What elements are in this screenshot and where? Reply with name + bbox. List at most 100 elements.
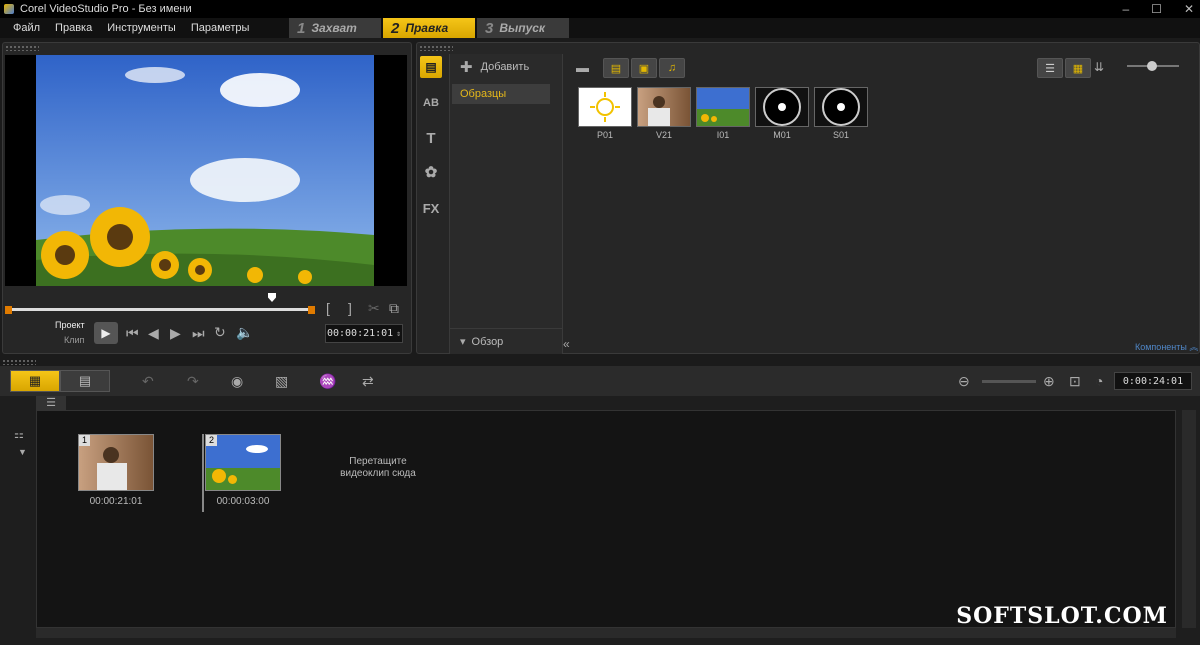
horizontal-scrollbar[interactable] (36, 628, 1176, 638)
title-bar: Corel VideoStudio Pro - Без имени – ☐ ✕ (0, 0, 1200, 18)
timeline-grip[interactable] (2, 359, 36, 365)
transition-icon[interactable]: AB (420, 92, 442, 114)
project-duration: 0:00:24:01 (1114, 372, 1192, 390)
sound-mixer-icon[interactable]: ▧ (275, 373, 288, 390)
image-thumbnail (696, 87, 750, 127)
browse-button[interactable]: ▾ Обзор (450, 328, 562, 354)
media-filter-group: ▤ ▣ ♫ (603, 58, 687, 78)
undo-icon[interactable]: ↶ (142, 373, 154, 390)
collapse-library-icon[interactable]: « (563, 337, 570, 351)
menu-tools[interactable]: Инструменты (107, 22, 176, 34)
library-item[interactable]: M01 (755, 87, 809, 140)
library-item[interactable]: V21 (637, 87, 691, 140)
minimize-icon[interactable]: – (1122, 2, 1129, 16)
plus-icon: ✚ (460, 59, 473, 76)
show-photo-icon[interactable]: ▣ (631, 58, 657, 78)
scrub-bar[interactable] (5, 293, 315, 318)
app-icon (4, 4, 14, 14)
add-folder-button[interactable]: ✚ Добавить (450, 54, 562, 80)
volume-icon[interactable]: 🔈 (236, 324, 253, 341)
timecode-spinner-icon[interactable]: ⇕ (396, 329, 401, 338)
audio-thumbnail (755, 87, 809, 127)
preview-image (5, 55, 407, 286)
clip-thumbnail: 1 (78, 434, 154, 491)
trim-end-handle[interactable] (308, 306, 315, 314)
thumbnail-size-slider[interactable] (1127, 61, 1179, 71)
timeline-view-button[interactable]: ▤ (60, 370, 110, 392)
sort-icon[interactable]: ⇊ (1094, 60, 1104, 74)
chevron-down-icon[interactable]: ▼ (18, 447, 27, 457)
motion-track-icon[interactable]: ⇄ (362, 373, 374, 390)
step-capture[interactable]: 1 Захват (289, 18, 381, 38)
drop-hint: Перетащите видеоклип сюда (340, 456, 416, 479)
sun-drawing-icon (590, 92, 620, 122)
window-title: Corel VideoStudio Pro - Без имени (20, 3, 192, 15)
menu-edit[interactable]: Правка (55, 22, 92, 34)
timeline-icon: ▤ (78, 373, 92, 388)
redo-icon[interactable]: ↷ (187, 373, 199, 390)
menu-file[interactable]: Файл (13, 22, 40, 34)
workflow-steps: 1 Захват 2 Правка 3 Выпуск (289, 18, 571, 38)
watermark: SOFTSLOT.COM (956, 603, 1168, 629)
enlarge-preview-icon[interactable]: ⧉ (389, 300, 399, 317)
slider-knob[interactable] (1147, 61, 1157, 71)
media-icon[interactable]: ▤ (420, 56, 442, 78)
fit-project-icon[interactable]: ⊡ (1069, 373, 1081, 390)
show-audio-icon[interactable]: ♫ (659, 58, 685, 78)
menu-settings[interactable]: Параметры (191, 22, 250, 34)
prev-frame-icon[interactable]: ◀ (148, 325, 159, 342)
show-video-icon[interactable]: ▤ (603, 58, 629, 78)
auto-music-icon[interactable]: ♒ (319, 373, 336, 390)
zoom-in-icon[interactable]: ⊕ (1043, 373, 1055, 390)
mark-out-button[interactable]: ] (348, 300, 352, 316)
insertion-marker (202, 434, 204, 512)
library-item[interactable]: P01 (578, 87, 632, 140)
fx-icon[interactable]: FX (420, 198, 442, 220)
zoom-slider[interactable] (982, 380, 1036, 383)
go-end-icon[interactable]: ⏭ (192, 325, 205, 342)
step-share[interactable]: 3 Выпуск (477, 18, 569, 38)
music-disc-icon (763, 88, 801, 126)
mode-clip[interactable]: Клип (64, 335, 84, 345)
library-item[interactable]: S01 (814, 87, 868, 140)
storyboard-clip[interactable]: 1 00:00:21:01 (78, 434, 154, 507)
graphic-icon[interactable]: ✿ (420, 162, 442, 184)
list-icon: ☰ (46, 397, 56, 409)
maximize-icon[interactable]: ☐ (1151, 2, 1162, 16)
folder-list: ✚ Добавить Образцы ▾ Обзор (449, 54, 563, 354)
trim-start-handle[interactable] (5, 306, 12, 314)
title-icon[interactable]: T (420, 128, 442, 150)
record-capture-icon[interactable]: ◉ (231, 373, 243, 390)
play-button[interactable]: ▶ (94, 322, 118, 344)
preview-screen (5, 55, 407, 286)
view-mode-group: ☰ ▦ (1037, 58, 1093, 78)
track-manager-button[interactable]: ☰ (36, 396, 66, 410)
library-item[interactable]: I01 (696, 87, 750, 140)
components-toggle[interactable]: Компоненты ︽ (1135, 340, 1198, 353)
playhead-marker[interactable] (268, 293, 276, 302)
folder-item-samples[interactable]: Образцы (452, 84, 550, 104)
next-frame-icon[interactable]: ▶ (170, 325, 181, 342)
storyboard-view-button[interactable]: ▦ (10, 370, 60, 392)
split-clip-icon[interactable]: ✂ (368, 300, 380, 317)
step-edit[interactable]: 2 Правка (383, 18, 475, 38)
storyboard-icon: ▦ (28, 373, 42, 388)
vertical-scrollbar[interactable] (1182, 410, 1196, 628)
zoom-out-icon[interactable]: ⊖ (958, 373, 970, 390)
panel-grip[interactable] (419, 45, 453, 51)
mode-project[interactable]: Проект (55, 320, 85, 330)
close-icon[interactable]: ✕ (1184, 2, 1194, 16)
music-disc-icon (822, 88, 860, 126)
video-thumbnail (637, 87, 691, 127)
folder-icon[interactable]: ▬ (576, 60, 589, 75)
thumbnail-view-icon[interactable]: ▦ (1065, 58, 1091, 78)
audio-thumbnail (814, 87, 868, 127)
player-timecode[interactable]: 00:00:21:01 ⇕ (325, 324, 403, 343)
repeat-icon[interactable]: ↻ (214, 324, 226, 341)
storyboard-clip[interactable]: 2 00:00:03:00 (205, 434, 281, 507)
go-start-icon[interactable]: ⏮ (126, 325, 139, 342)
list-view-icon[interactable]: ☰ (1037, 58, 1063, 78)
track-options-icon[interactable]: ⚏ (14, 428, 24, 441)
panel-grip[interactable] (5, 45, 39, 51)
mark-in-button[interactable]: [ (326, 300, 330, 316)
